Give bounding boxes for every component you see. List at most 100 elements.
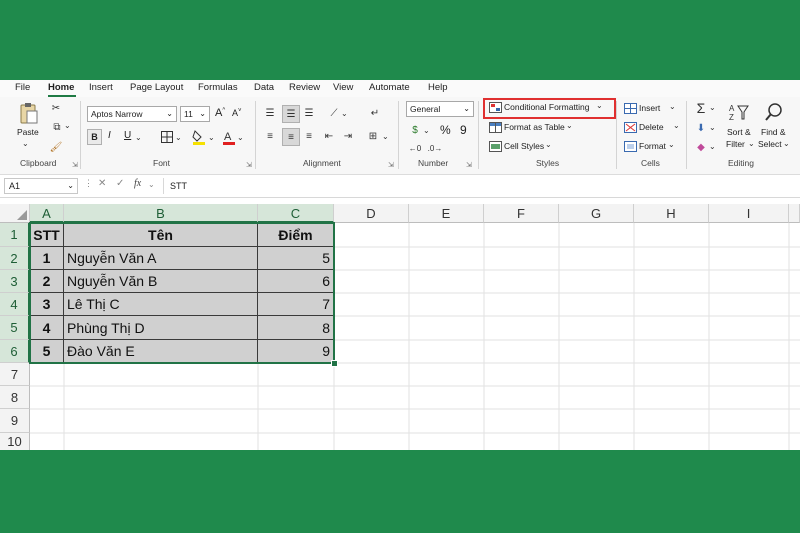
insert-cells-icon[interactable] <box>623 102 637 114</box>
fill-color-icon[interactable] <box>192 129 206 145</box>
copy-icon[interactable]: ⧉ <box>50 120 64 134</box>
chevron-down-icon[interactable]: ⌄ <box>545 140 552 149</box>
chevron-down-icon[interactable]: ⌄ <box>668 140 675 149</box>
chevron-down-icon[interactable]: ⌄ <box>669 102 676 111</box>
sort-filter-icon[interactable]: AZ <box>728 101 750 123</box>
chevron-down-icon[interactable]: ⌄ <box>709 123 716 132</box>
paste-button[interactable] <box>18 101 40 125</box>
percent-style-button[interactable]: % <box>440 123 451 137</box>
column-header[interactable]: B <box>64 204 258 223</box>
chevron-down-icon[interactable]: ⌄ <box>709 142 716 151</box>
dialog-launcher-icon[interactable]: ⇲ <box>246 161 252 169</box>
chevron-down-icon[interactable]: ⌄ <box>175 133 182 142</box>
clear-icon[interactable]: ◆ <box>694 140 708 154</box>
underline-button[interactable]: U <box>124 130 131 141</box>
column-header[interactable]: C <box>258 204 334 223</box>
autosum-icon[interactable]: Σ <box>694 100 708 116</box>
menu-view[interactable]: View <box>333 82 353 93</box>
formula-input[interactable]: STT <box>163 178 800 194</box>
merge-center-icon[interactable]: ⊞ <box>366 129 380 143</box>
increase-font-icon[interactable]: A^ <box>215 107 225 119</box>
font-size-select[interactable]: 11 ⌄ <box>180 106 210 122</box>
menu-automate[interactable]: Automate <box>369 82 410 93</box>
bold-button[interactable]: B <box>87 129 102 145</box>
name-box[interactable]: A1 ⌄ <box>4 178 78 194</box>
row-header[interactable]: 9 <box>0 409 30 433</box>
dialog-launcher-icon[interactable]: ⇲ <box>388 161 394 169</box>
decrease-indent-icon[interactable]: ⇤ <box>322 129 336 143</box>
header-cell-stt[interactable]: STT <box>30 223 64 247</box>
chevron-down-icon[interactable]: ⌄ <box>709 103 716 112</box>
enter-icon[interactable]: ✓ <box>116 178 124 189</box>
chevron-down-icon[interactable]: ⌄ <box>748 139 755 148</box>
chevron-down-icon[interactable]: ⌄ <box>673 121 680 130</box>
table-cell-ten[interactable]: Đào Văn E <box>64 340 258 363</box>
chevron-down-icon[interactable]: ⌄ <box>208 133 215 142</box>
table-cell-diem[interactable]: 5 <box>258 247 334 270</box>
increase-indent-icon[interactable]: ⇥ <box>341 129 355 143</box>
paste-label[interactable]: Paste <box>17 127 39 137</box>
chevron-down-icon[interactable]: ⌄ <box>148 180 155 189</box>
row-header[interactable]: 2 <box>0 247 30 270</box>
dialog-launcher-icon[interactable]: ⇲ <box>466 161 472 169</box>
menu-insert[interactable]: Insert <box>89 82 113 93</box>
accounting-format-icon[interactable]: $ <box>408 123 422 137</box>
select-all-corner[interactable] <box>0 204 30 223</box>
table-cell-stt[interactable]: 1 <box>30 247 64 270</box>
table-cell-stt[interactable]: 5 <box>30 340 64 363</box>
row-header[interactable]: 10 <box>0 433 30 450</box>
increase-decimal-icon[interactable]: ←0 <box>408 142 422 154</box>
row-header[interactable]: 6 <box>0 340 30 363</box>
table-cell-diem[interactable]: 9 <box>258 340 334 363</box>
find-select-label-line2[interactable]: Select <box>758 139 782 149</box>
chevron-down-icon[interactable]: ⌄ <box>423 126 430 135</box>
align-top-icon[interactable]: ☰ <box>263 106 277 120</box>
sort-filter-label-line1[interactable]: Sort & <box>727 127 751 137</box>
column-header[interactable]: F <box>484 204 559 223</box>
delete-button[interactable]: Delete <box>639 122 664 132</box>
align-middle-icon[interactable]: ☰ <box>282 105 300 123</box>
column-header[interactable]: I <box>709 204 789 223</box>
delete-cells-icon[interactable] <box>623 121 637 133</box>
decrease-font-icon[interactable]: A˅ <box>232 108 242 118</box>
table-cell-stt[interactable]: 2 <box>30 270 64 293</box>
find-select-icon[interactable] <box>763 101 785 123</box>
format-painter-icon[interactable]: 🖌 <box>49 140 63 154</box>
row-header[interactable]: 5 <box>0 316 30 340</box>
table-cell-stt[interactable]: 3 <box>30 293 64 316</box>
menu-help[interactable]: Help <box>428 82 448 93</box>
menu-data[interactable]: Data <box>254 82 274 93</box>
table-cell-diem[interactable]: 8 <box>258 316 334 340</box>
format-as-table-button[interactable]: Format as Table <box>504 122 565 132</box>
font-name-select[interactable]: Aptos Narrow ⌄ <box>87 106 177 122</box>
table-cell-stt[interactable]: 4 <box>30 316 64 340</box>
chevron-down-icon[interactable]: ⌄ <box>135 133 142 142</box>
insert-function-button[interactable]: fx <box>134 178 141 189</box>
align-right-icon[interactable]: ≡ <box>302 129 316 143</box>
column-header[interactable]: G <box>559 204 634 223</box>
menu-review[interactable]: Review <box>289 82 320 93</box>
number-format-select[interactable]: General ⌄ <box>406 101 474 117</box>
fill-handle[interactable] <box>331 360 338 367</box>
menu-formulas[interactable]: Formulas <box>198 82 238 93</box>
decrease-decimal-icon[interactable]: .0→ <box>428 142 443 154</box>
font-color-icon[interactable]: A <box>223 129 235 145</box>
worksheet-grid[interactable]: A B C D E F G H I 1 2 3 4 5 6 7 8 9 10 S… <box>0 204 800 450</box>
fill-icon[interactable]: ⬇ <box>694 121 708 135</box>
header-cell-ten[interactable]: Tên <box>64 223 258 247</box>
insert-button[interactable]: Insert <box>639 103 660 113</box>
dialog-launcher-icon[interactable]: ⇲ <box>72 161 78 169</box>
comma-style-button[interactable]: 9 <box>460 123 467 137</box>
format-button[interactable]: Format <box>639 141 666 151</box>
header-cell-diem[interactable]: Điểm <box>258 223 334 247</box>
cut-icon[interactable]: ✂ <box>50 101 62 115</box>
chevron-down-icon[interactable]: ⌄ <box>382 132 389 141</box>
cell-styles-icon[interactable] <box>488 140 502 152</box>
cell-styles-button[interactable]: Cell Styles <box>504 141 544 151</box>
borders-icon[interactable] <box>160 130 173 144</box>
menu-file[interactable]: File <box>15 82 30 93</box>
table-cell-diem[interactable]: 6 <box>258 270 334 293</box>
align-bottom-icon[interactable]: ☰ <box>302 106 316 120</box>
table-cell-ten[interactable]: Lê Thị C <box>64 293 258 316</box>
sort-filter-label-line2[interactable]: Filter <box>726 139 745 149</box>
